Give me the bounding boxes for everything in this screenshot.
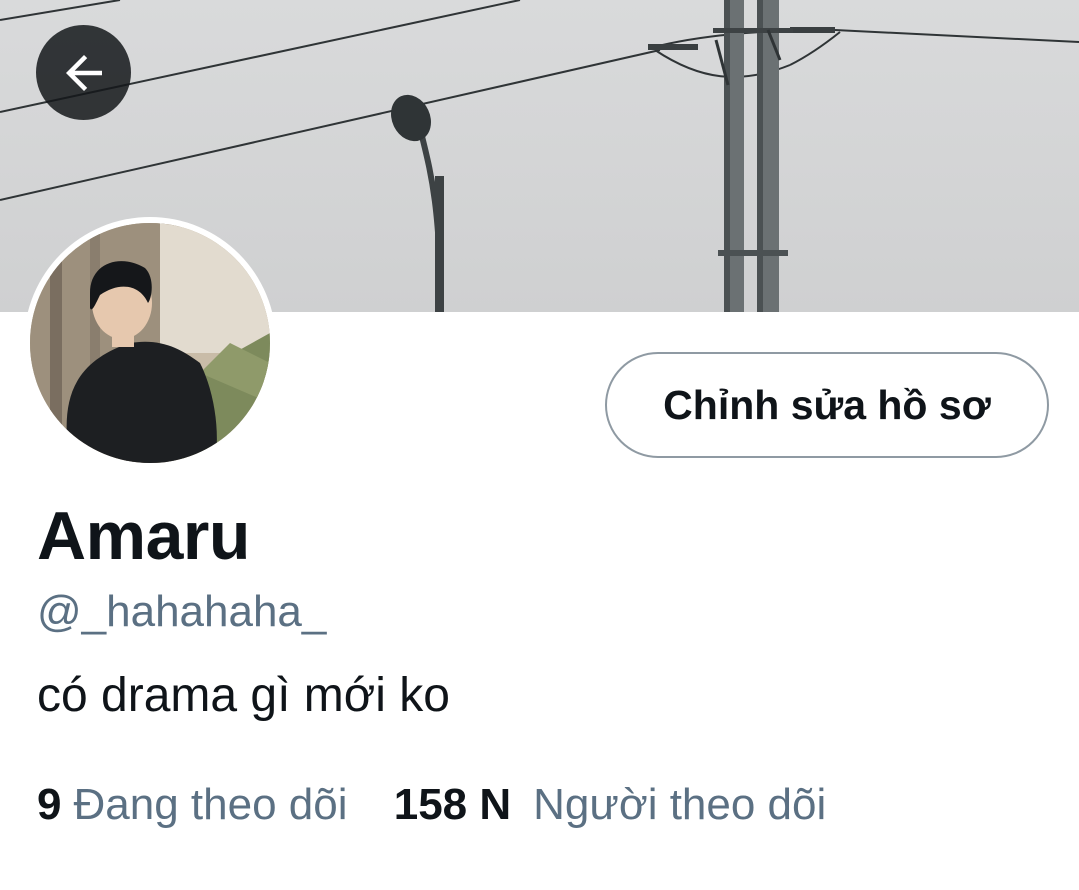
follow-stats: 9 Đang theo dõi 158 N Người theo dõi [37,780,826,830]
back-button[interactable] [36,25,131,120]
followers-count: 158 N [393,780,512,829]
display-name: Amaru [37,498,250,574]
following-label: Đang theo dõi [73,780,348,829]
following-count: 9 [37,780,62,829]
following-link[interactable]: 9 Đang theo dõi [37,780,347,830]
arrow-left-icon [65,54,102,91]
followers-label: Người theo dõi [533,780,827,829]
username-handle: @_hahahaha_ [37,587,327,636]
followers-link[interactable]: 158 N Người theo dõi [394,780,827,830]
avatar-image [30,223,270,463]
edit-profile-button[interactable]: Chỉnh sửa hồ sơ [605,352,1049,458]
avatar[interactable] [24,217,276,469]
profile-bio: có drama gì mới ko [37,669,450,722]
